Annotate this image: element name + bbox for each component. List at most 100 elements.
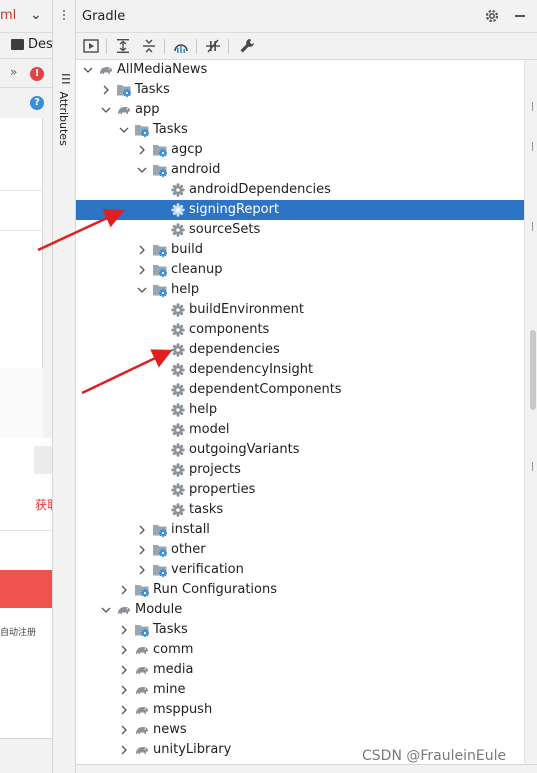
gutter-scroll-thumb[interactable] [530,330,536,410]
double-chevron-right-icon[interactable]: » [10,65,17,79]
attributes-tab[interactable]: Attributes [57,73,71,146]
tree-node[interactable]: Tasks [76,620,524,640]
chevron-right-icon[interactable] [118,620,130,640]
tree-node[interactable]: other [76,540,524,560]
tree-node[interactable]: mine [76,680,524,700]
minimize-icon[interactable] [512,8,528,24]
chevron-right-icon[interactable] [118,680,130,700]
watermark: CSDN @FrauleinEule [362,748,507,764]
editor-tab-label[interactable]: ml [0,8,16,23]
chevron-right-icon[interactable] [118,580,130,600]
collapse-all-icon[interactable] [140,37,158,55]
grip-icon[interactable] [59,10,69,20]
divider [0,530,52,531]
offline-mode-icon[interactable] [204,37,222,55]
tree-node[interactable]: install [76,520,524,540]
editor-toolbar: » ! [0,58,52,88]
tree-node[interactable]: androidDependencies [76,180,524,200]
tree-node-label: Tasks [153,122,188,137]
tree-node-label: unityLibrary [153,742,232,757]
tree-node[interactable]: build [76,240,524,260]
tree-node[interactable]: android [76,160,524,180]
tree-node[interactable]: sourceSets [76,220,524,240]
chevron-right-icon[interactable] [118,720,130,740]
chevron-down-icon[interactable] [118,120,130,140]
tree-node[interactable]: help [76,280,524,300]
tree-node-label: components [189,322,270,337]
gradle-elephant-icon [134,722,150,738]
tree-node-label: dependencies [189,342,280,357]
tree-node[interactable]: verification [76,560,524,580]
tree-node[interactable]: buildEnvironment [76,300,524,320]
chevron-down-icon[interactable]: ⌄ [30,7,42,23]
design-button[interactable]: Design [8,37,52,53]
tree-node-label: AllMediaNews [117,62,208,77]
chevron-down-icon[interactable] [136,280,148,300]
tree-node[interactable]: media [76,660,524,680]
gear-icon [170,382,186,398]
chevron-right-icon[interactable] [136,540,148,560]
chevron-right-icon[interactable] [118,700,130,720]
tree-node[interactable]: agcp [76,140,524,160]
tree-node[interactable]: app [76,100,524,120]
chevron-right-icon[interactable] [136,560,148,580]
tree-node[interactable]: tasks [76,500,524,520]
tree-node[interactable]: Run Configurations [76,580,524,600]
tree-node[interactable]: dependentComponents [76,380,524,400]
gear-icon [170,222,186,238]
analyze-icon[interactable] [172,37,190,55]
tree-node[interactable]: Tasks [76,80,524,100]
tree-node-label: media [153,662,194,677]
tree-node[interactable]: Module [76,600,524,620]
chevron-down-icon[interactable] [100,100,112,120]
chevron-down-icon[interactable] [82,60,94,80]
chevron-down-icon[interactable] [100,600,112,620]
tree-node[interactable]: signingReport [76,200,524,220]
gutter-marker: | [531,222,535,232]
tree-node[interactable]: outgoingVariants [76,440,524,460]
tree-node[interactable]: dependencies [76,340,524,360]
task-folder-icon [152,242,168,258]
tree-node[interactable]: AllMediaNews [76,60,524,80]
editor-gutter: | | | | [528,60,537,773]
tree-node-label: properties [189,482,256,497]
chevron-right-icon[interactable] [100,80,112,100]
chevron-right-icon[interactable] [118,660,130,680]
tree-node[interactable]: Tasks [76,120,524,140]
expand-all-icon[interactable] [114,37,132,55]
tree-node-label: buildEnvironment [189,302,304,317]
tree-node[interactable]: projects [76,460,524,480]
tree-node[interactable]: comm [76,640,524,660]
tree-node[interactable]: cleanup [76,260,524,280]
tree-node[interactable]: news [76,720,524,740]
toolbar-separator [106,39,107,54]
tree-node[interactable]: components [76,320,524,340]
run-task-icon[interactable] [82,37,100,55]
help-icon[interactable]: ? [30,96,44,110]
gear-icon [170,402,186,418]
task-folder-icon [152,142,168,158]
chevron-right-icon[interactable] [136,260,148,280]
chevron-down-icon[interactable] [136,160,148,180]
tree-node[interactable]: model [76,420,524,440]
settings-wrench-icon[interactable] [238,37,256,55]
chevron-right-icon[interactable] [136,240,148,260]
gear-icon [170,482,186,498]
gear-icon [170,182,186,198]
chevron-right-icon[interactable] [118,740,130,760]
error-icon[interactable]: ! [30,67,44,81]
gear-icon[interactable] [484,8,500,24]
gradle-elephant-icon [134,682,150,698]
tree-node[interactable]: help [76,400,524,420]
chevron-right-icon[interactable] [136,520,148,540]
layout-canvas[interactable] [0,118,43,368]
gradle-tree[interactable]: AllMediaNews Tasks app Tasks agcp android andr… [76,60,524,773]
tree-node[interactable]: dependencyInsight [76,360,524,380]
chevron-right-icon[interactable] [118,640,130,660]
tree-node-label: news [153,722,187,737]
side-tool-strip: Attributes [53,0,76,773]
tree-node[interactable]: msppush [76,700,524,720]
chevron-right-icon[interactable] [136,140,148,160]
gradle-elephant-icon [116,102,132,118]
tree-node[interactable]: properties [76,480,524,500]
